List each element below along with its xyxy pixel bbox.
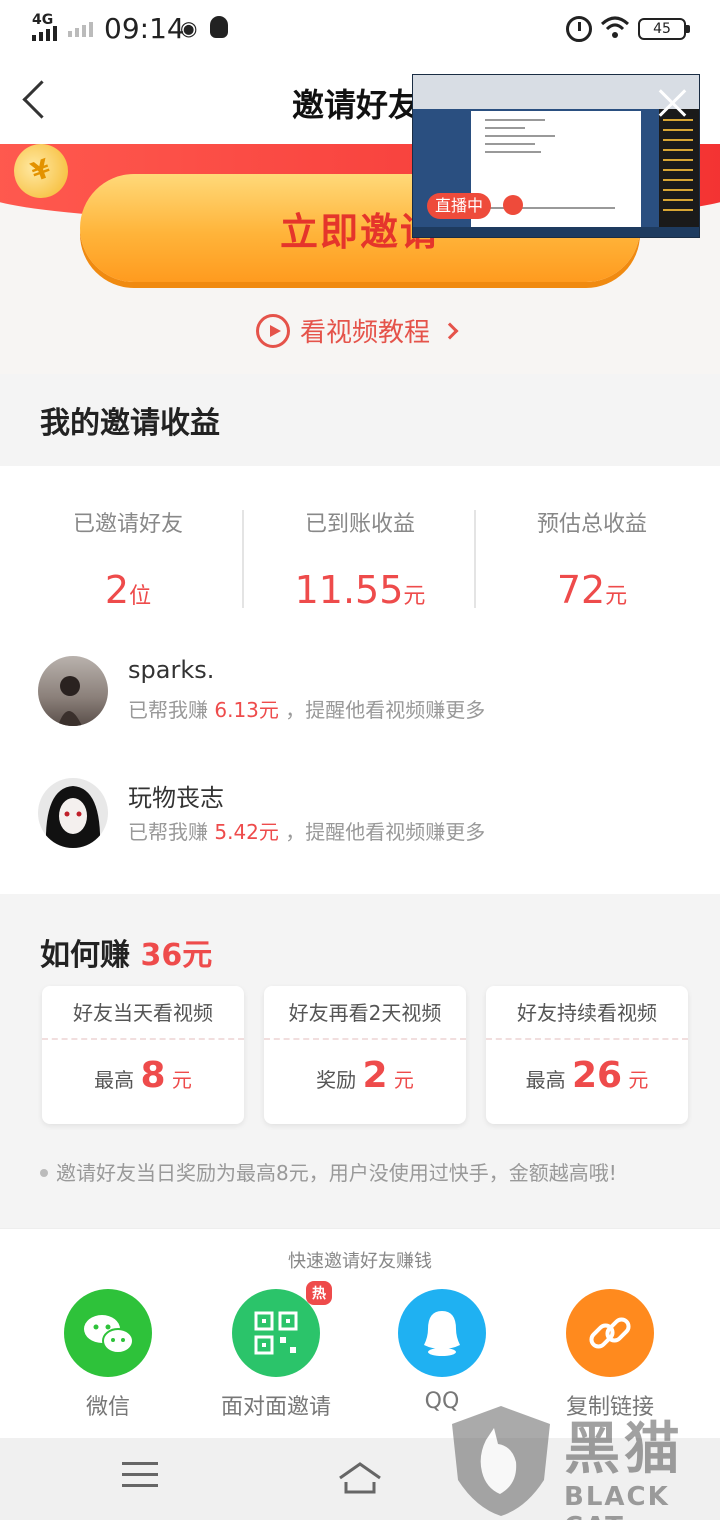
chevron-right-icon <box>441 322 459 339</box>
live-stream-window[interactable]: 直播中 <box>412 74 700 238</box>
avatar <box>38 656 108 726</box>
link-icon <box>566 1289 654 1377</box>
live-stream-document <box>471 111 641 227</box>
back-button[interactable] <box>18 76 58 124</box>
share-label: 微信 <box>85 1395 130 1420</box>
battery-indicator: 45 <box>638 18 690 40</box>
reward-tier-card: 好友持续看视频 最高 26 元 <box>486 986 688 1124</box>
alarm-icon <box>566 16 592 42</box>
share-face-to-face-button[interactable]: 热 面对面邀请 <box>206 1281 346 1421</box>
tier-label: 好友再看2天视频 <box>264 986 466 1040</box>
avatar <box>38 778 108 848</box>
friend-desc: 已帮我赚 5.42元 ，提醒他看视频赚更多 <box>128 820 486 844</box>
friend-row[interactable]: 玩物丧志 已帮我赚 5.42元 ，提醒他看视频赚更多 <box>38 778 678 848</box>
stat-value: 11.55元 <box>294 568 426 612</box>
home-icon[interactable] <box>336 1460 384 1500</box>
stat-label: 已邀请好友 <box>72 512 183 537</box>
qq-notification-icon <box>210 16 228 38</box>
share-qq-button[interactable]: QQ <box>372 1289 512 1414</box>
tier-label: 好友当天看视频 <box>42 986 244 1040</box>
live-badge: 直播中 <box>427 193 492 219</box>
earnings-title: 我的邀请收益 <box>40 406 220 441</box>
stat-label: 已到账收益 <box>304 512 415 537</box>
reward-tier-card: 好友当天看视频 最高 8 元 <box>42 986 244 1124</box>
qr-code-icon: 热 <box>232 1281 332 1377</box>
reward-note: 邀请好友当日奖励为最高8元，用户没使用过快手，金额越高哦! <box>40 1154 680 1192</box>
tier-reward: 最高 8 元 <box>94 1055 192 1096</box>
divider <box>242 510 244 608</box>
friend-name: 玩物丧志 <box>128 784 224 812</box>
divider <box>474 510 476 608</box>
share-label: 面对面邀请 <box>220 1395 331 1420</box>
stat-value: 2位 <box>104 568 152 612</box>
black-cat-logo-icon <box>452 1406 550 1516</box>
black-cat-watermark: 黑猫 BLACK CAT <box>446 1400 720 1520</box>
menu-icon[interactable] <box>122 1462 158 1492</box>
wechat-icon <box>64 1289 152 1377</box>
share-panel-title: 快速邀请好友赚钱 <box>288 1251 432 1272</box>
live-indicator-dot <box>503 195 523 215</box>
friend-desc: 已帮我赚 6.13元 ，提醒他看视频赚更多 <box>128 698 486 722</box>
watermark-subtext: BLACK CAT <box>564 1482 670 1520</box>
clock: 09:14 <box>104 12 185 45</box>
tier-reward: 最高 26 元 <box>525 1055 649 1096</box>
play-icon <box>256 313 290 348</box>
friend-name: sparks. <box>128 656 215 684</box>
share-wechat-button[interactable]: 微信 <box>38 1289 178 1421</box>
status-bar: 4G 09:14 ◉ 45 <box>0 0 720 56</box>
wifi-icon <box>600 16 630 38</box>
stat-estimated: 预估总收益 72元 <box>477 506 707 612</box>
watermark-text: 黑猫 <box>564 1417 684 1482</box>
video-tutorial-label: 看视频教程 <box>300 318 431 348</box>
stat-received: 已到账收益 11.55元 <box>245 506 475 612</box>
signal-strength-icon <box>32 26 57 41</box>
reward-tier-card: 好友再看2天视频 奖励 2 元 <box>264 986 466 1124</box>
live-stream-sidebar <box>659 109 699 229</box>
weibo-icon: ◉ <box>180 16 198 40</box>
friend-row[interactable]: sparks. 已帮我赚 6.13元 ，提醒他看视频赚更多 <box>38 656 678 726</box>
stat-value: 72元 <box>556 568 628 612</box>
close-icon[interactable] <box>653 83 693 123</box>
tier-label: 好友持续看视频 <box>486 986 688 1040</box>
signal-strength-2-icon <box>68 22 93 37</box>
qq-icon <box>398 1289 486 1377</box>
tier-reward: 奖励 2 元 <box>316 1055 414 1096</box>
earnings-card: 已邀请好友 2位 已到账收益 11.55元 预估总收益 72元 sparks. … <box>0 466 720 894</box>
stat-invited: 已邀请好友 2位 <box>13 506 243 612</box>
live-stream-taskbar <box>413 227 699 237</box>
hot-badge: 热 <box>306 1281 332 1305</box>
page-title: 邀请好友 <box>292 86 421 124</box>
video-tutorial-link[interactable]: 看视频教程 <box>256 312 459 349</box>
stat-label: 预估总收益 <box>536 512 647 537</box>
how-to-earn-title: 如何赚 36元 <box>40 938 213 973</box>
